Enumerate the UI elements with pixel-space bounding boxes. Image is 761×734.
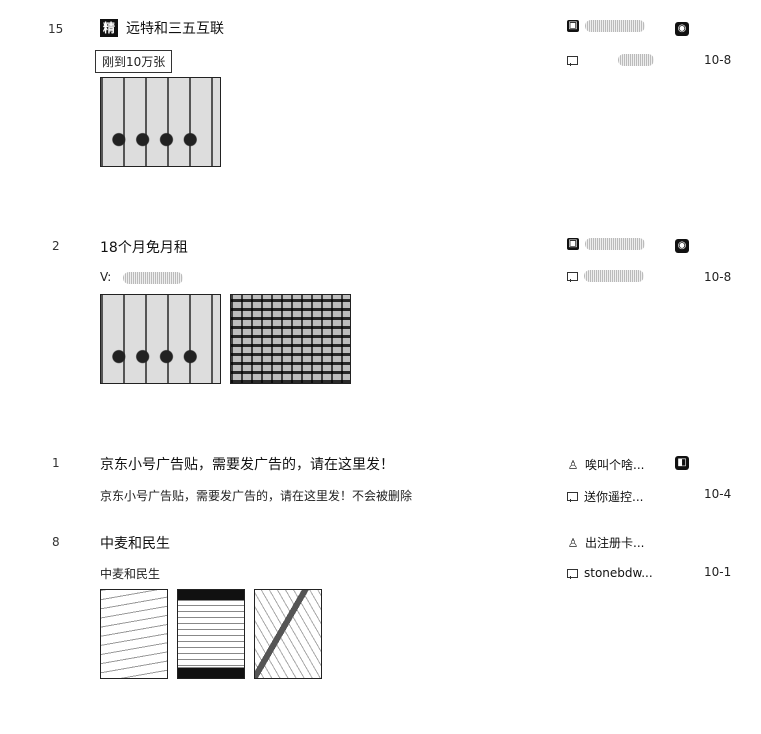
- author-badge-icon: ▣: [567, 20, 579, 32]
- thread-thumbnail[interactable]: [230, 294, 351, 384]
- author-level-icon: ◧: [675, 456, 689, 470]
- author-name-redacted[interactable]: [585, 20, 645, 32]
- thread-title[interactable]: 18个月免月租: [100, 237, 188, 257]
- last-replier-name[interactable]: stonebdw...: [584, 566, 653, 580]
- user-icon: ♙: [567, 535, 579, 550]
- author-level-icon: ◉: [675, 22, 689, 36]
- reply-icon: [567, 492, 578, 502]
- last-replier-redacted[interactable]: [584, 270, 644, 282]
- reply-icon: [567, 271, 578, 282]
- reply-icon: [567, 568, 578, 579]
- thread-abstract-text: V:: [100, 270, 112, 284]
- thread-title[interactable]: 中麦和民生: [100, 533, 170, 553]
- reply-count: 2: [52, 239, 60, 253]
- post-date: 10-8: [704, 53, 732, 67]
- thread-thumbnail[interactable]: [100, 589, 168, 679]
- contact-redacted: [123, 271, 184, 284]
- author-level-icon: ◉: [675, 239, 689, 253]
- featured-badge: 精: [100, 19, 118, 37]
- user-icon: ♙: [567, 457, 579, 472]
- post-date: 10-1: [704, 565, 732, 579]
- thread-title[interactable]: 远特和三五互联: [126, 18, 224, 38]
- last-replier-redacted[interactable]: [618, 54, 654, 66]
- reply-count: 1: [52, 456, 60, 470]
- thread-thumbnail[interactable]: [100, 294, 221, 384]
- reply-count: 15: [48, 22, 64, 36]
- author-name[interactable]: 出注册卡...: [585, 534, 644, 551]
- thread-thumbnail[interactable]: [254, 589, 322, 679]
- author-badge-icon: ▣: [567, 238, 579, 250]
- thread-title[interactable]: 京东小号广告贴，需要发广告的，请在这里发！: [100, 454, 394, 474]
- thread-abstract: V:: [100, 270, 184, 284]
- thread-thumbnail[interactable]: [177, 589, 245, 679]
- post-date: 10-8: [704, 270, 732, 284]
- reply-icon: [567, 55, 578, 66]
- thread-abstract: 中麦和民生: [100, 567, 161, 581]
- post-date: 10-4: [704, 487, 732, 501]
- thread-thumbnail[interactable]: [100, 77, 221, 167]
- last-replier-name[interactable]: 送你遥控...: [584, 488, 643, 505]
- thread-abstract: 刚到10万张: [95, 50, 173, 73]
- thread-abstract: 京东小号广告贴，需要发广告的，请在这里发！不会被删除: [100, 489, 413, 503]
- author-name[interactable]: 唉叫个啥...: [585, 456, 644, 473]
- author-name-redacted[interactable]: [585, 238, 645, 250]
- reply-count: 8: [52, 535, 60, 549]
